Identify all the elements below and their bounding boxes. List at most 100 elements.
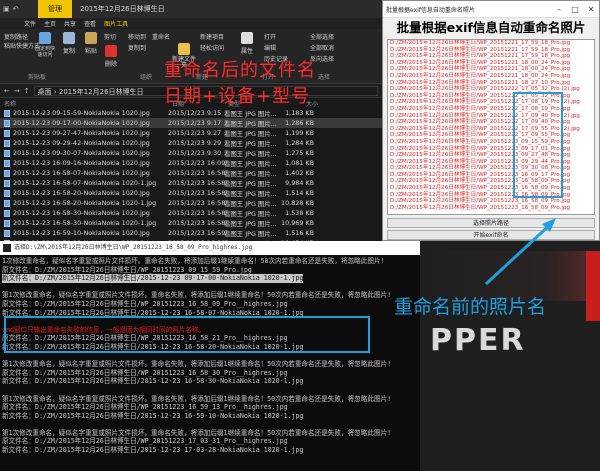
photo-path-list[interactable]: D:/ZM/2015年12月26日林博生日/WP_20151221_17_59_… <box>387 39 595 215</box>
breadcrumb-desktop[interactable]: 桌面 <box>38 88 52 96</box>
file-date: 2015/12/23 9:15 <box>168 109 222 117</box>
photo-folder-prefix: D:/ZM/2015年12月26日林博生日 <box>390 99 477 106</box>
file-row[interactable]: 2015-12-23 16-58-30-NokiaNokia 1020-1.jp… <box>0 218 382 228</box>
file-name: 2015-12-23 16-58-07-NokiaNokia 1020.jpg <box>13 169 150 177</box>
breadcrumb-folder[interactable]: 2015年12月26日林博生日 <box>59 88 144 96</box>
column-name[interactable]: 名称 <box>4 99 172 108</box>
photo-path-item[interactable]: D:/ZM/2015年12月26日林博生日/WP_20151223_16_58_… <box>388 185 594 192</box>
maximize-icon[interactable]: □ <box>567 5 583 14</box>
easy-access-button[interactable]: 轻松访问 <box>200 43 224 52</box>
photo-path-item[interactable]: D:/ZM/2015年12月26日林博生日/WP_20151222_17_08_… <box>388 99 594 106</box>
photo-path-item[interactable]: D:/ZM/2015年12月26日林博生日/WP_20151223_16_58_… <box>388 205 594 212</box>
file-row[interactable]: 2015-12-23 16-58-20-NokiaNokia 1020.jpg 2… <box>0 188 382 198</box>
file-type: 看图王 JPG 图片... <box>224 229 277 238</box>
console-line-text: 第1次修改重命名，疑似名字重复或照片文件损坏。重命名失败，将添加后缀1继续重命名… <box>2 394 392 403</box>
copy-to-button[interactable]: 复制到 <box>128 43 146 52</box>
cut-button[interactable]: 剪切 <box>104 32 116 41</box>
minimize-icon[interactable]: – <box>551 5 567 14</box>
paste-button[interactable]: 粘贴 <box>80 32 102 55</box>
file-row[interactable]: 2015-12-23 16-58-07-NokiaNokia 1020.jpg 2… <box>0 168 382 178</box>
undo-icon[interactable]: ↶ <box>13 5 19 13</box>
photo-folder-prefix: D:/ZM/2015年12月26日林博生日 <box>390 86 477 93</box>
file-row[interactable]: 2015-12-23 09-27-47-NokiaNokia 1020.jpg 2… <box>0 128 382 138</box>
file-name: 2015-12-23 16-59-10-NokiaNokia 1020.jpg <box>13 229 150 237</box>
file-type: 看图王 JPG 图片... <box>224 179 277 188</box>
photo-path-item[interactable]: D:/ZM/2015年12月26日林博生日/WP_20151223_09_27_… <box>388 152 594 159</box>
tab-view[interactable]: 查看 <box>84 19 96 28</box>
tab-home[interactable]: 主页 <box>44 19 56 28</box>
photo-file-name: WP_20151221_18_00_24_Pro.jpg <box>478 66 571 73</box>
open-button[interactable]: 打开 <box>264 32 276 41</box>
file-size: 1,538 KB <box>285 209 314 217</box>
new-item-button[interactable]: 新建项目 <box>200 32 224 41</box>
select-none-button[interactable]: 全部取消 <box>310 43 334 52</box>
photo-folder-prefix: D:/ZM/2015年12月26日林博生日 <box>390 138 477 145</box>
photo-path-item[interactable]: D:/ZM/2015年12月26日林博生日/WP_20151223_09_30_… <box>388 165 594 172</box>
file-size: 10,828 KB <box>281 199 314 207</box>
photo-path-item[interactable]: D:/ZM/2015年12月26日林博生日/WP_20151221_17_59_… <box>388 40 594 47</box>
select-all-button[interactable]: 全部选择 <box>310 32 334 41</box>
console-line: 新文件名：D:/ZM/2015年12月26日林博生日/2015-12-23 17… <box>2 446 418 455</box>
console-line: 原文件名：D:/ZM/2015年12月26日林博生日/WP_20151223_1… <box>2 369 418 378</box>
tab-share[interactable]: 共享 <box>64 19 76 28</box>
file-row[interactable]: 2015-12-23 16-58-30-NokiaNokia 1020.jpg 2… <box>0 208 382 218</box>
copy-path-button[interactable]: 复制路径 <box>4 32 28 41</box>
tab-picture-tools[interactable]: 图片工具 <box>104 19 128 28</box>
console-line: 新文件名：D:/ZM/2015年12月26日林博生日/2015-12-23 09… <box>2 274 418 283</box>
file-row[interactable]: 2015-12-23 09-29-42-NokiaNokia 1020.jpg 2… <box>0 138 382 148</box>
explorer-titlebar: ▣ ↶ 管理 2015年12月26日林博生日 <box>0 0 382 18</box>
tab-file[interactable]: 文件 <box>24 19 36 28</box>
file-name-cell: 2015-12-23 09-27-47-NokiaNokia 1020.jpg <box>0 129 168 137</box>
photo-path-item[interactable]: D:/ZM/2015年12月26日林博生日/WP_20151221_17_59_… <box>388 53 594 60</box>
file-size: 10,969 KB <box>281 219 314 227</box>
photo-folder-prefix: D:/ZM/2015年12月26日林博生日 <box>390 191 477 198</box>
file-row[interactable]: 2015-12-23 16-09-16-NokiaNokia 1020.jpg 2… <box>0 158 382 168</box>
photo-path-item[interactable]: D:/ZM/2015年12月26日林博生日/WP_20151222_17_09_… <box>388 119 594 126</box>
move-to-button[interactable]: 移动到 <box>128 32 146 41</box>
photo-path-item[interactable]: D:/ZM/2015年12月26日林博生日/WP_20151221_18_00_… <box>388 73 594 80</box>
photo-path-item[interactable]: D:/ZM/2015年12月26日林博生日/WP_20151223_09_15_… <box>388 139 594 146</box>
start-exif-rename-button[interactable]: 开始exif命名 <box>387 230 595 240</box>
file-row[interactable]: 2015-12-23 09-30-07-NokiaNokia 1020.jpg 2… <box>0 148 382 158</box>
file-date: 2015/12/23 16:58 <box>168 189 226 197</box>
delete-label: 删除 <box>104 61 117 68</box>
forward-icon[interactable]: → <box>14 87 20 95</box>
file-size: 1,286 KB <box>285 119 314 127</box>
photo-path-item[interactable]: D:/ZM/2015年12月26日林博生日/WP_20151223_16_58_… <box>388 198 594 205</box>
jpg-file-icon <box>4 169 10 177</box>
manage-tab[interactable]: 管理 <box>38 0 72 18</box>
delete-button[interactable]: 删除 <box>100 45 122 68</box>
photo-folder-prefix: D:/ZM/2015年12月26日林博生日 <box>390 53 477 60</box>
copy-button[interactable]: 复制 <box>58 32 80 55</box>
photo-path-item[interactable]: D:/ZM/2015年12月26日林博生日/WP_20151222_17_05_… <box>388 86 594 93</box>
back-icon[interactable]: ← <box>4 87 10 95</box>
photo-path-item[interactable]: D:/ZM/2015年12月26日林博生日/WP_20151221_18_00_… <box>388 66 594 73</box>
select-photo-path-button[interactable]: 选择照片路径 <box>387 218 595 228</box>
console-line: 第1次修改重命名，疑似名字重复或照片文件损坏。重命名失败，将添加后缀1继续重命名… <box>2 429 418 438</box>
file-type: 看图王 JPG 图片... <box>224 219 277 228</box>
close-icon[interactable]: ✕ <box>583 5 599 14</box>
window-title: 2015年12月26日林博生日 <box>80 5 165 13</box>
file-row[interactable]: 2015-12-23 16-58-20-NokiaNokia 1020-1.jp… <box>0 198 382 208</box>
file-row[interactable]: 2015-12-23 16-58-07-NokiaNokia 1020-1.jp… <box>0 178 382 188</box>
group-organize-label: 组织 <box>140 74 153 81</box>
photo-path-item[interactable]: D:/ZM/2015年12月26日林博生日/WP_20151222_17_08_… <box>388 106 594 113</box>
pin-quick-access-button[interactable]: 固定到快速访问 <box>34 32 56 58</box>
edit-button[interactable]: 编辑 <box>264 43 276 52</box>
photo-file-name: WP_20151223_16_58_09_Pro.jpg <box>478 204 571 211</box>
quick-access-toolbar: ▣ ↶ <box>0 5 19 13</box>
file-row[interactable]: 2015-12-23 16-59-10-NokiaNokia 1020.jpg 2… <box>0 228 382 238</box>
console-line: 第1次修改重命名，疑似名字重复或照片文件损坏。重命名失败，将添加后缀1继续重命名… <box>2 360 418 369</box>
up-icon[interactable]: ↑ <box>24 87 30 95</box>
photo-path-item[interactable]: D:/ZM/2015年12月26日林博生日/WP_20151222_17_09_… <box>388 132 594 139</box>
folder-icon[interactable]: ▣ <box>3 5 10 13</box>
file-row[interactable]: 2015-12-23 09-17-00-NokiaNokia 1020.jpg 2… <box>0 118 382 128</box>
photo-file-name: WP_20151223_16_58_09_Pro.jpg <box>478 198 571 205</box>
file-size: 1,514 KB <box>285 189 314 197</box>
console-output[interactable]: 1次修改重命名，疑似名字重复或照片文件损坏。重命名失败，将添加后缀1继续重命名！… <box>0 255 420 455</box>
rename-button[interactable]: 重命名 <box>152 32 170 41</box>
file-row[interactable]: 2015-12-23 09-15-59-NokiaNokia 1020.jpg 2… <box>0 108 382 118</box>
properties-button[interactable]: 属性 <box>236 32 258 55</box>
console-line-text: 1次修改重命名，疑似名字重复或照片文件损坏。重命名失败，将添加后缀1继续重命名！… <box>2 257 385 265</box>
console-line-text: 原文件名：D:/ZM/2015年12月26日林博生日/WP_20151223_1… <box>2 368 288 377</box>
